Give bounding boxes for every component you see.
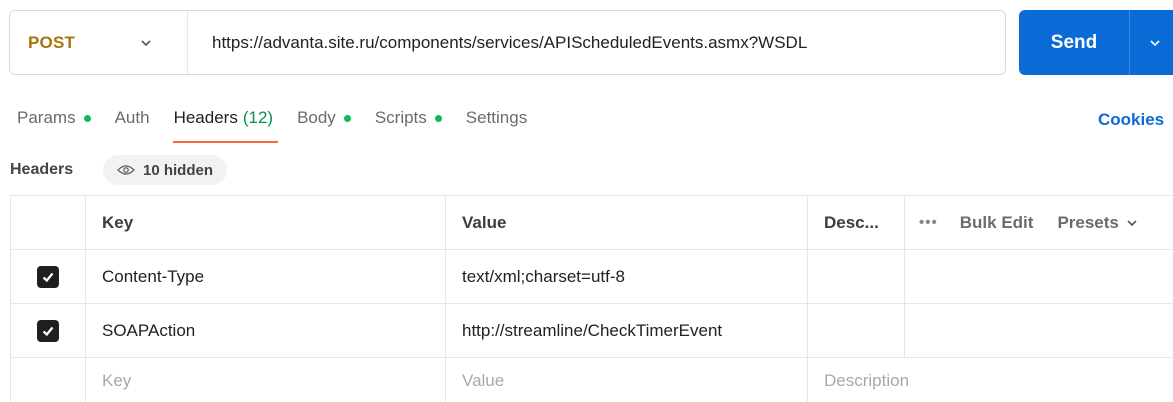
chevron-down-icon <box>1149 39 1160 46</box>
tab-label: Headers <box>173 108 238 127</box>
new-key-input[interactable]: Key <box>86 358 446 402</box>
table-row: SOAPAction http://streamline/CheckTimerE… <box>10 304 1173 358</box>
eye-icon <box>117 165 135 175</box>
hidden-count-label: 10 hidden <box>143 161 214 179</box>
hidden-headers-toggle[interactable]: 10 hidden <box>103 155 228 185</box>
presets-label: Presets <box>1057 212 1119 232</box>
header-value-cell[interactable]: text/xml;charset=utf-8 <box>446 250 808 303</box>
headers-section-label: Headers <box>10 161 74 178</box>
column-header-value: Value <box>446 196 808 249</box>
status-dot <box>83 114 91 122</box>
table-actions: ••• Bulk Edit Presets <box>905 196 1173 249</box>
status-dot <box>343 114 351 122</box>
send-options-button[interactable] <box>1130 10 1173 75</box>
tab-label: Scripts <box>374 108 427 127</box>
table-row: Content-Type text/xml;charset=utf-8 <box>10 250 1173 304</box>
tab-auth[interactable]: Auth <box>115 103 150 133</box>
method-select[interactable]: POST <box>10 11 188 74</box>
tab-body[interactable]: Body <box>297 103 351 133</box>
header-value-cell[interactable]: http://streamline/CheckTimerEvent <box>446 304 808 357</box>
tab-label: Settings <box>465 108 528 127</box>
send-button[interactable]: Send <box>1019 10 1129 75</box>
row-checkbox-cell <box>11 250 86 303</box>
header-key-cell[interactable]: SOAPAction <box>86 304 446 357</box>
tab-headers[interactable]: Headers (12) <box>172 103 278 143</box>
row-checkbox[interactable] <box>37 265 59 288</box>
row-actions-cell <box>905 304 1173 357</box>
cookies-link[interactable]: Cookies <box>1098 110 1164 130</box>
tab-label: Params <box>17 108 76 127</box>
send-button-group: Send <box>1019 10 1173 75</box>
tab-params[interactable]: Params <box>17 103 91 133</box>
new-value-input[interactable]: Value <box>446 358 808 402</box>
table-header-row: Key Value Desc... ••• Bulk Edit Presets <box>10 196 1173 250</box>
row-checkbox-cell <box>11 304 86 357</box>
column-header-key: Key <box>86 196 446 249</box>
status-dot <box>434 114 442 122</box>
column-header-description: Desc... <box>808 196 905 249</box>
url-input[interactable]: https://advanta.site.ru/components/servi… <box>188 11 1005 74</box>
method-label: POST <box>28 32 76 52</box>
row-checkbox[interactable] <box>37 319 59 342</box>
tab-settings[interactable]: Settings <box>466 103 527 133</box>
header-description-cell[interactable] <box>808 304 905 357</box>
new-description-input[interactable]: Description <box>808 358 1173 402</box>
request-tabs: Params Auth Headers (12) Body Scripts Se… <box>17 103 551 143</box>
row-checkbox-cell <box>11 358 86 402</box>
headers-table: Key Value Desc... ••• Bulk Edit Presets … <box>10 195 1173 402</box>
bulk-edit-button[interactable]: Bulk Edit <box>960 213 1034 233</box>
header-description-cell[interactable] <box>808 250 905 303</box>
more-options-icon[interactable]: ••• <box>919 214 938 231</box>
chevron-down-icon <box>1127 219 1137 226</box>
check-icon <box>42 272 54 282</box>
check-icon <box>42 326 54 336</box>
row-actions-cell <box>905 250 1173 303</box>
tab-label: Auth <box>114 108 150 127</box>
tab-label: Body <box>297 108 336 127</box>
header-cell-check <box>11 196 86 249</box>
request-bar: POST https://advanta.site.ru/components/… <box>9 10 1006 75</box>
tab-scripts[interactable]: Scripts <box>375 103 442 133</box>
table-row-new: Key Value Description <box>10 358 1173 402</box>
presets-dropdown[interactable]: Presets <box>1057 213 1138 233</box>
tab-count: (12) <box>242 108 274 127</box>
chevron-down-icon <box>141 39 151 46</box>
header-key-cell[interactable]: Content-Type <box>86 250 446 303</box>
